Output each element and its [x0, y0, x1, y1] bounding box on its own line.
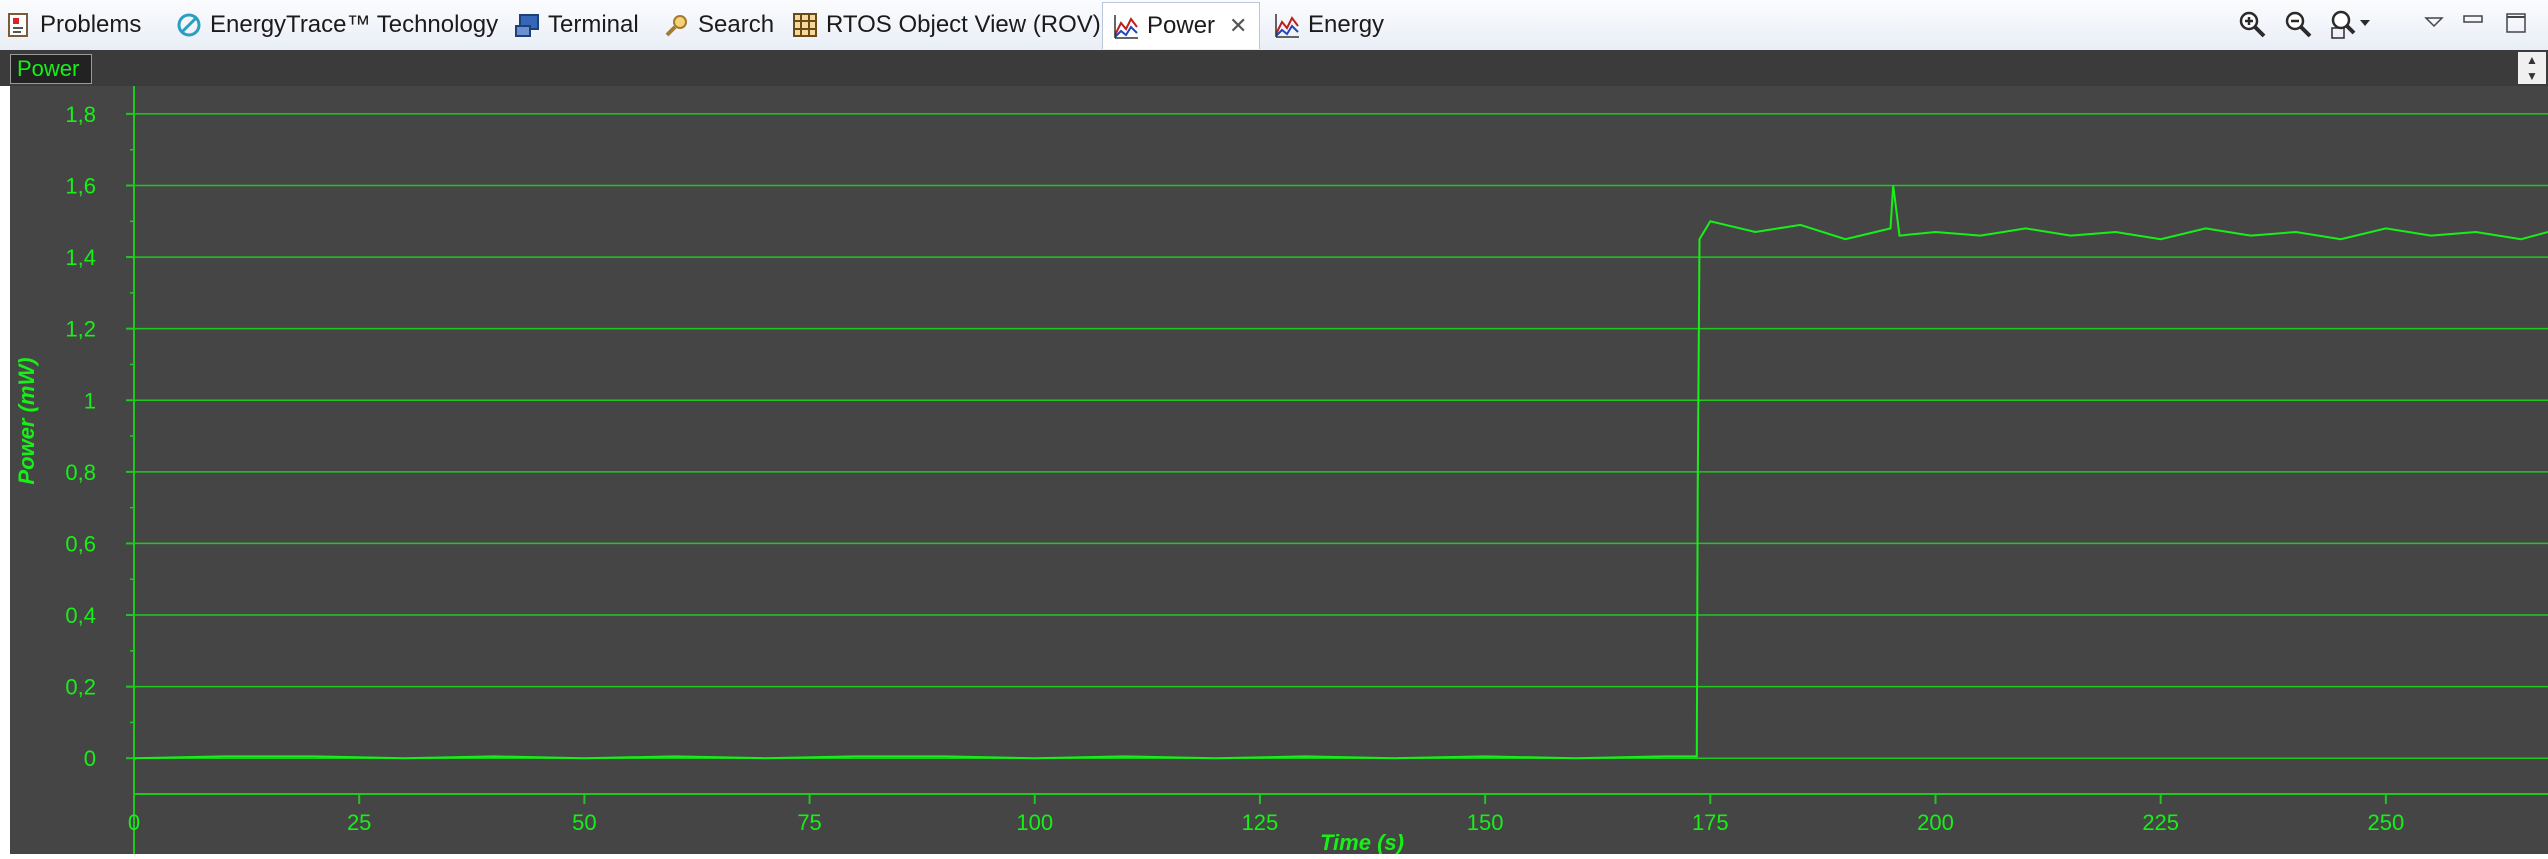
x-tick-label: 50: [572, 810, 596, 835]
grid-icon: [793, 13, 817, 37]
tab-label: Power: [1147, 12, 1216, 39]
x-axis-label: Time (s): [1320, 830, 1404, 854]
chart-icon: [1275, 14, 1299, 38]
tab-power-chart[interactable]: Power: [10, 54, 92, 84]
y-tick-label: 0,8: [65, 460, 96, 485]
x-tick-label: 25: [347, 810, 371, 835]
tab-problems[interactable]: Problems: [6, 6, 141, 44]
tab-label: Terminal: [548, 11, 639, 38]
tab-label: RTOS Object View (ROV): [826, 11, 1101, 38]
x-tick-label: 175: [1692, 810, 1729, 835]
minimize-icon[interactable]: [2460, 8, 2486, 40]
tab-label: Problems: [40, 11, 142, 38]
tab-terminal[interactable]: Terminal: [514, 6, 639, 44]
tab-label: Search: [698, 11, 775, 38]
strip-scroll-arrows[interactable]: ▲ ▼: [2518, 52, 2546, 84]
y-tick-label: 0,4: [65, 603, 96, 628]
y-tick-label: 0,2: [65, 675, 96, 700]
y-tick-label: 0: [84, 746, 96, 771]
x-tick-label: 0: [128, 810, 140, 835]
chart-icon: [1114, 15, 1138, 39]
x-tick-label: 125: [1242, 810, 1279, 835]
zoom-fit-icon[interactable]: [2328, 8, 2372, 40]
x-tick-label: 250: [2368, 810, 2405, 835]
energytrace-icon: [177, 13, 201, 37]
y-tick-label: 1,4: [65, 245, 96, 270]
tab-label: EnergyTrace™ Technology: [210, 11, 499, 38]
tab-energy[interactable]: Energy: [1274, 6, 1384, 44]
y-tick-label: 0,6: [65, 531, 96, 556]
view-tab-bar: Problems EnergyTrace™ Technology Termina…: [0, 0, 2548, 51]
power-chart-panel: 0 0,2 0,4 0,6 0,8 1 1,2 1,4 1,6 1,8 0 25 50 75 100 125 1…: [0, 86, 2548, 855]
tab-search[interactable]: Search: [664, 6, 774, 44]
problems-icon: [8, 13, 28, 37]
tab-rtos-object-view[interactable]: RTOS Object View (ROV): [792, 6, 1101, 44]
tab-energytrace[interactable]: EnergyTrace™ Technology: [176, 6, 498, 44]
y-tick-label: 1,6: [65, 173, 96, 198]
tab-power[interactable]: Power ✕: [1102, 2, 1260, 49]
maximize-icon[interactable]: [2502, 8, 2530, 40]
zoom-in-icon[interactable]: [2236, 8, 2268, 40]
zoom-out-icon[interactable]: [2282, 8, 2314, 40]
x-tick-label: 75: [797, 810, 821, 835]
power-chart-svg: 0 0,2 0,4 0,6 0,8 1 1,2 1,4 1,6 1,8 0 25 50 75 100 125 1…: [14, 86, 2548, 855]
chart-header-strip: [0, 50, 2548, 86]
x-tick-label: 200: [1917, 810, 1954, 835]
y-tick-label: 1,2: [65, 317, 96, 342]
y-axis-label: Power (mW): [14, 357, 39, 484]
power-chart[interactable]: 0 0,2 0,4 0,6 0,8 1 1,2 1,4 1,6 1,8 0 25 50 75 100 125 1…: [10, 86, 2548, 855]
x-tick-label: 100: [1016, 810, 1053, 835]
tab-label: Energy: [1308, 11, 1385, 38]
terminal-icon: [515, 14, 539, 37]
view-menu-icon[interactable]: [2422, 8, 2446, 40]
x-tick-label: 225: [2142, 810, 2179, 835]
y-tick-label: 1: [84, 388, 96, 413]
x-tick-label: 150: [1467, 810, 1504, 835]
y-tick-label: 1,8: [65, 102, 96, 127]
close-icon[interactable]: ✕: [1229, 13, 1247, 39]
search-icon: [665, 15, 687, 37]
